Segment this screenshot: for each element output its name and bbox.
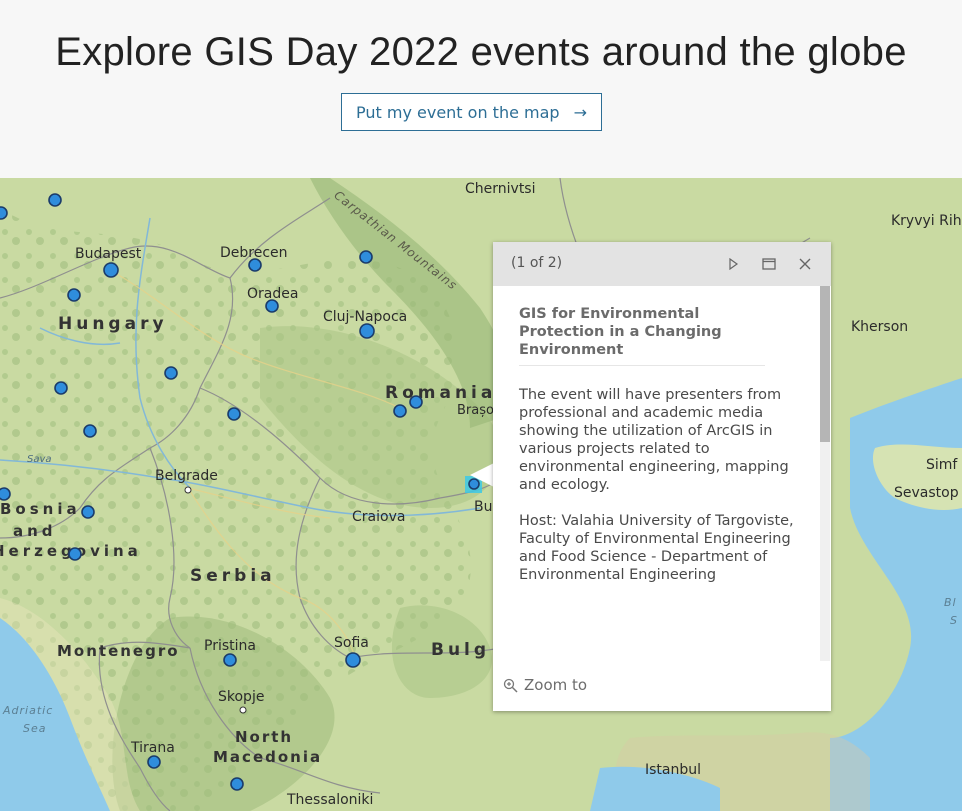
map-label-sava: Sava [27, 454, 52, 465]
zoom-in-icon [503, 678, 518, 693]
map-label-black-sea: S [950, 614, 958, 627]
map-label-tirana: Tirana [131, 740, 175, 756]
map-label-craiova: Craiova [352, 509, 406, 525]
event-title: GIS for Environmental Protection in a Ch… [519, 306, 722, 358]
divider [519, 365, 765, 366]
map-label-serbia: Serbia [190, 566, 276, 586]
map-label-kherson: Kherson [851, 319, 909, 335]
map-label-skopje: Skopje [218, 689, 265, 705]
map-label-bosnia: Bosnia [0, 500, 81, 518]
popup-scrollbar[interactable] [820, 286, 830, 661]
map-label-adriatic-sea: Sea [23, 722, 47, 735]
map-label-chernivtsi: Chernivtsi [465, 181, 536, 197]
map-label-kryvyi-rih: Kryvyi Rih [891, 213, 962, 229]
map-label-sofia: Sofia [334, 635, 369, 651]
zoom-to-button[interactable]: Zoom to [503, 676, 587, 694]
put-my-event-button[interactable]: Put my event on the map → [341, 93, 602, 131]
map-label-macedonia: Macedonia [213, 748, 323, 766]
arrow-right-icon: → [573, 102, 587, 122]
map-label-hungary: Hungary [58, 314, 168, 334]
event-popup: (1 of 2) GIS for Environmental Protectio… [493, 242, 831, 711]
map-label-belgrade: Belgrade [155, 468, 218, 484]
map-label-thessaloniki: Thessaloniki [287, 792, 374, 808]
map-label-black: Bl [944, 596, 957, 609]
event-description: The event will have presenters from prof… [519, 387, 789, 493]
event-host: Host: Valahia University of Targoviste, … [519, 513, 794, 583]
map-label-istanbul: Istanbul [645, 762, 702, 778]
maximize-icon[interactable] [761, 256, 777, 272]
map-label-and: and [13, 522, 57, 540]
map-label-herzegovina: Herzegovina [0, 542, 142, 560]
map-label-north: North [235, 728, 294, 746]
map-label-cluj-napoca: Cluj-Napoca [323, 309, 408, 325]
popup-pager: (1 of 2) [511, 255, 563, 271]
map-label-simferopol: Simf [926, 457, 958, 473]
map-label-montenegro: Montenegro [57, 642, 180, 660]
popup-header: (1 of 2) [493, 242, 831, 286]
map-label-bulgaria: Bulg [431, 640, 491, 660]
map-label-oradea: Oradea [247, 286, 299, 302]
map-label-bucharest: Bu [474, 499, 493, 515]
map-label-sevastopol: Sevastop [894, 485, 959, 501]
map-label-pristina: Pristina [204, 638, 256, 654]
popup-pointer [470, 463, 494, 487]
page-title: Explore GIS Day 2022 events around the g… [55, 30, 907, 74]
zoom-to-label: Zoom to [524, 676, 588, 694]
close-icon[interactable] [797, 256, 813, 272]
map-label-debrecen: Debrecen [220, 245, 288, 261]
popup-content: GIS for Environmental Protection in a Ch… [493, 286, 821, 659]
map-label-romania: Romania [385, 383, 497, 403]
map-label-budapest: Budapest [75, 246, 142, 262]
cta-label: Put my event on the map [356, 102, 560, 122]
play-icon[interactable] [725, 256, 741, 272]
page-header: Explore GIS Day 2022 events around the g… [0, 0, 962, 178]
scrollbar-thumb[interactable] [820, 286, 830, 442]
map-label-adriatic: Adriatic [3, 704, 54, 717]
